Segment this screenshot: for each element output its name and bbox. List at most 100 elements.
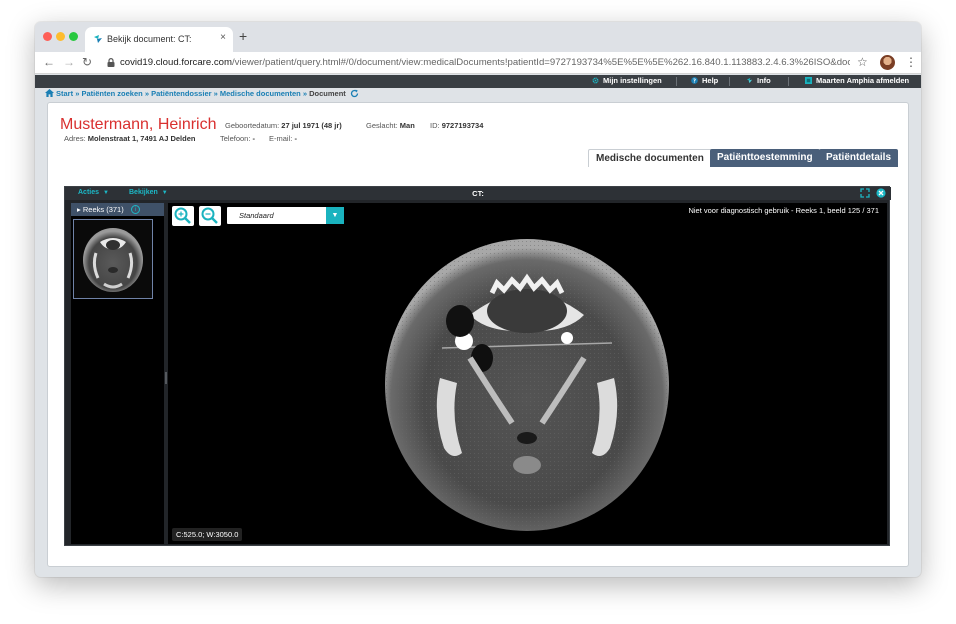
patient-id: ID: 9727193734 xyxy=(430,121,483,130)
info-icon[interactable]: i xyxy=(131,205,140,214)
breadcrumb-start[interactable]: Start xyxy=(56,89,73,98)
zoom-in-button[interactable] xyxy=(172,206,194,226)
browser-tab-active[interactable]: Bekijk document: CT: × xyxy=(85,27,233,52)
chevron-down-icon[interactable]: ▼ xyxy=(326,207,344,224)
tab-strip: Bekijk document: CT: × + xyxy=(35,22,921,52)
breadcrumb-separator: » xyxy=(75,89,80,98)
patient-phone: Telefoon: - xyxy=(220,134,255,143)
image-viewport[interactable]: Standaard ▼ Niet voor diagnostisch gebru… xyxy=(168,203,887,544)
logout-label: Maarten Amphia afmelden xyxy=(816,76,910,85)
image-overlay-info: Niet voor diagnostisch gebruik - Reeks 1… xyxy=(688,206,879,215)
appbar-divider xyxy=(729,77,730,86)
url-path: /viewer/patient/query.html#/0/document/v… xyxy=(231,57,850,68)
reload-button[interactable]: ↻ xyxy=(82,55,92,69)
panel-splitter-handle[interactable] xyxy=(165,372,167,384)
help-link[interactable]: ? Help xyxy=(691,76,718,85)
breadcrumb: Start » Patiënten zoeken » Patiëntendoss… xyxy=(45,89,359,98)
series-count: Reeks (371) xyxy=(82,205,124,214)
tab-patient-consent[interactable]: Patiënttoestemming xyxy=(710,149,820,167)
window-maximize-button[interactable] xyxy=(69,32,78,41)
gender-value: Man xyxy=(399,121,415,130)
viewer-title: CT: xyxy=(472,189,484,198)
gear-icon xyxy=(592,77,599,84)
profile-avatar[interactable] xyxy=(880,55,895,70)
ct-airway xyxy=(517,432,537,444)
breadcrumb-current: Document xyxy=(309,89,346,98)
appbar-divider xyxy=(788,77,789,86)
email-label: E-mail: xyxy=(269,134,293,143)
tab-patient-details[interactable]: Patiëntdetails xyxy=(819,149,899,167)
email-value: - xyxy=(294,134,297,143)
app-top-bar: Mijn instellingen ? Help Info Maarten Am… xyxy=(35,75,921,88)
fullscreen-icon[interactable] xyxy=(860,188,870,198)
tab-medical-documents[interactable]: Medische documenten xyxy=(588,149,712,167)
patient-gender: Geslacht: Man xyxy=(366,121,415,130)
birthdate-label: Geboortedatum: xyxy=(225,121,280,130)
refresh-icon[interactable] xyxy=(350,89,359,98)
ct-vertebral-body xyxy=(513,456,541,474)
ct-metal-artifact-right xyxy=(561,332,573,344)
patient-birthdate: Geboortedatum: 27 jul 1971 (48 jr) xyxy=(225,121,342,130)
window-level-readout: C:525.0; W:3050.0 xyxy=(172,528,243,541)
svg-text:?: ? xyxy=(693,78,696,84)
logout-link[interactable]: Maarten Amphia afmelden xyxy=(805,76,909,85)
phone-label: Telefoon: xyxy=(220,134,251,143)
breadcrumb-separator: » xyxy=(302,89,308,98)
ct-noise-texture xyxy=(385,239,669,531)
address-value: Molenstraat 1, 7491 AJ Delden xyxy=(87,134,196,143)
browser-menu-icon[interactable]: ⋮ xyxy=(905,55,917,69)
id-label: ID: xyxy=(430,121,440,130)
gender-label: Geslacht: xyxy=(366,121,398,130)
viewer-toolbar: Acties ▼ Bekijken ▼ CT: xyxy=(65,187,891,200)
info-label: Info xyxy=(757,76,771,85)
window-close-button[interactable] xyxy=(43,32,52,41)
series-thumbnail[interactable] xyxy=(73,219,153,299)
window-preset-select[interactable]: Standaard ▼ xyxy=(227,207,344,224)
patient-email: E-mail: - xyxy=(269,134,297,143)
help-icon: ? xyxy=(691,77,698,84)
patient-panel: Mustermann, Heinrich Geboortedatum: 27 j… xyxy=(47,102,909,567)
zoom-out-button[interactable] xyxy=(199,206,221,226)
ct-thumbnail-image xyxy=(83,228,143,292)
breadcrumb-medical-documents[interactable]: Medische documenten xyxy=(220,89,301,98)
zoom-in-icon xyxy=(174,207,191,224)
series-panel: ▸ Reeks (371) i xyxy=(71,203,164,544)
address-label: Adres: xyxy=(64,134,86,143)
ct-scan-image xyxy=(385,239,669,531)
tab-close-icon[interactable]: × xyxy=(220,32,226,43)
browser-window: Bekijk document: CT: × + ← → ↻ covid19.c… xyxy=(35,22,921,577)
id-value: 9727193734 xyxy=(441,121,484,130)
phone-value: - xyxy=(252,134,256,143)
url-host: covid19.cloud.forcare.com xyxy=(120,57,232,68)
close-icon[interactable] xyxy=(876,188,886,198)
window-minimize-button[interactable] xyxy=(56,32,65,41)
appbar-divider xyxy=(676,77,677,86)
bookmark-star-icon[interactable]: ☆ xyxy=(857,55,868,69)
my-settings-label: Mijn instellingen xyxy=(603,76,662,85)
series-header[interactable]: ▸ Reeks (371) i xyxy=(71,203,164,216)
series-label: ▸ Reeks (371) xyxy=(77,205,124,214)
logout-icon xyxy=(805,77,812,84)
address-bar[interactable]: covid19.cloud.forcare.com/viewer/patient… xyxy=(120,57,850,68)
birthdate-value: 27 jul 1971 (48 jr) xyxy=(281,121,342,130)
ct-air-pocket-left xyxy=(446,305,474,337)
dicom-viewer: Acties▼ Bekijken▼ CT: ▸ Reeks (371) i xyxy=(64,186,891,546)
patient-address: Adres: Molenstraat 1, 7491 AJ Delden xyxy=(64,134,195,143)
tab-title: Bekijk document: CT: xyxy=(107,34,192,44)
my-settings-link[interactable]: Mijn instellingen xyxy=(592,76,662,85)
forward-button[interactable]: → xyxy=(63,55,75,69)
breadcrumb-separator: » xyxy=(213,89,218,98)
lock-icon[interactable] xyxy=(107,58,115,67)
new-tab-button[interactable]: + xyxy=(239,28,247,44)
zoom-out-icon xyxy=(201,207,218,224)
info-link[interactable]: Info xyxy=(746,76,771,85)
back-button[interactable]: ← xyxy=(43,55,55,69)
ct-oral-cavity xyxy=(487,289,567,333)
breadcrumb-patient-record[interactable]: Patiëntendossier xyxy=(151,89,211,98)
breadcrumb-patient-search[interactable]: Patiënten zoeken xyxy=(81,89,142,98)
preset-value: Standaard xyxy=(239,211,274,220)
home-icon[interactable] xyxy=(45,89,54,97)
info-icon xyxy=(746,77,753,84)
browser-toolbar: ← → ↻ covid19.cloud.forcare.com/viewer/p… xyxy=(35,52,921,74)
patient-name: Mustermann, Heinrich xyxy=(60,116,217,133)
